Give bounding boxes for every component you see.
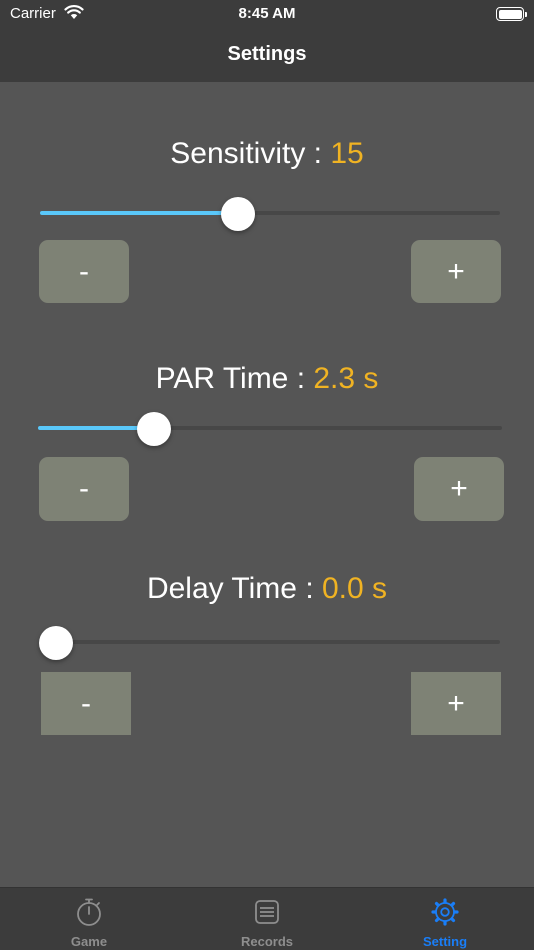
slider-thumb[interactable] xyxy=(137,412,171,446)
slider-thumb[interactable] xyxy=(220,197,255,231)
sensitivity-slider[interactable] xyxy=(40,197,500,231)
tab-label: Game xyxy=(70,934,108,949)
delay-time-label: Delay Time : xyxy=(146,572,322,605)
records-icon xyxy=(255,900,279,924)
navigation-bar: Settings xyxy=(0,30,534,82)
par-time-label: PAR Time : xyxy=(155,362,314,395)
tab-setting[interactable]: Setting xyxy=(356,888,534,950)
sensitivity-decrement-button[interactable]: - xyxy=(39,240,129,303)
tab-game[interactable]: Game xyxy=(0,888,178,950)
tab-bar: Game Records Setting xyxy=(0,887,534,950)
delay-time-row: Delay Time : 0.0 s xyxy=(0,572,534,606)
par-time-slider[interactable] xyxy=(38,412,502,446)
stopwatch-icon xyxy=(77,898,101,926)
tab-records[interactable]: Records xyxy=(178,888,356,950)
tab-label: Records xyxy=(240,934,294,949)
tab-label: Setting xyxy=(422,934,468,949)
delay-time-slider[interactable] xyxy=(39,626,500,660)
status-time: 8:45 AM xyxy=(238,5,296,22)
page-title: Settings xyxy=(227,43,307,65)
gear-icon xyxy=(431,898,459,926)
slider-thumb[interactable] xyxy=(39,626,73,660)
slider-track xyxy=(56,640,500,644)
delay-time-value: 0.0 s xyxy=(322,572,388,605)
sensitivity-label: Sensitivity : xyxy=(170,137,331,170)
status-bar: Carrier 8:45 AM xyxy=(0,0,534,30)
par-time-increment-button[interactable]: + xyxy=(414,457,504,521)
delay-time-increment-button[interactable]: + xyxy=(411,672,501,735)
delay-time-decrement-button[interactable]: - xyxy=(41,672,131,735)
sensitivity-row: Sensitivity : 15 xyxy=(0,137,534,171)
par-time-value: 2.3 s xyxy=(313,362,379,395)
par-time-decrement-button[interactable]: - xyxy=(39,457,129,521)
par-time-row: PAR Time : 2.3 s xyxy=(0,362,534,396)
slider-fill xyxy=(40,211,238,215)
sensitivity-increment-button[interactable]: + xyxy=(411,240,501,303)
sensitivity-value: 15 xyxy=(330,137,364,170)
battery-icon xyxy=(496,7,527,21)
